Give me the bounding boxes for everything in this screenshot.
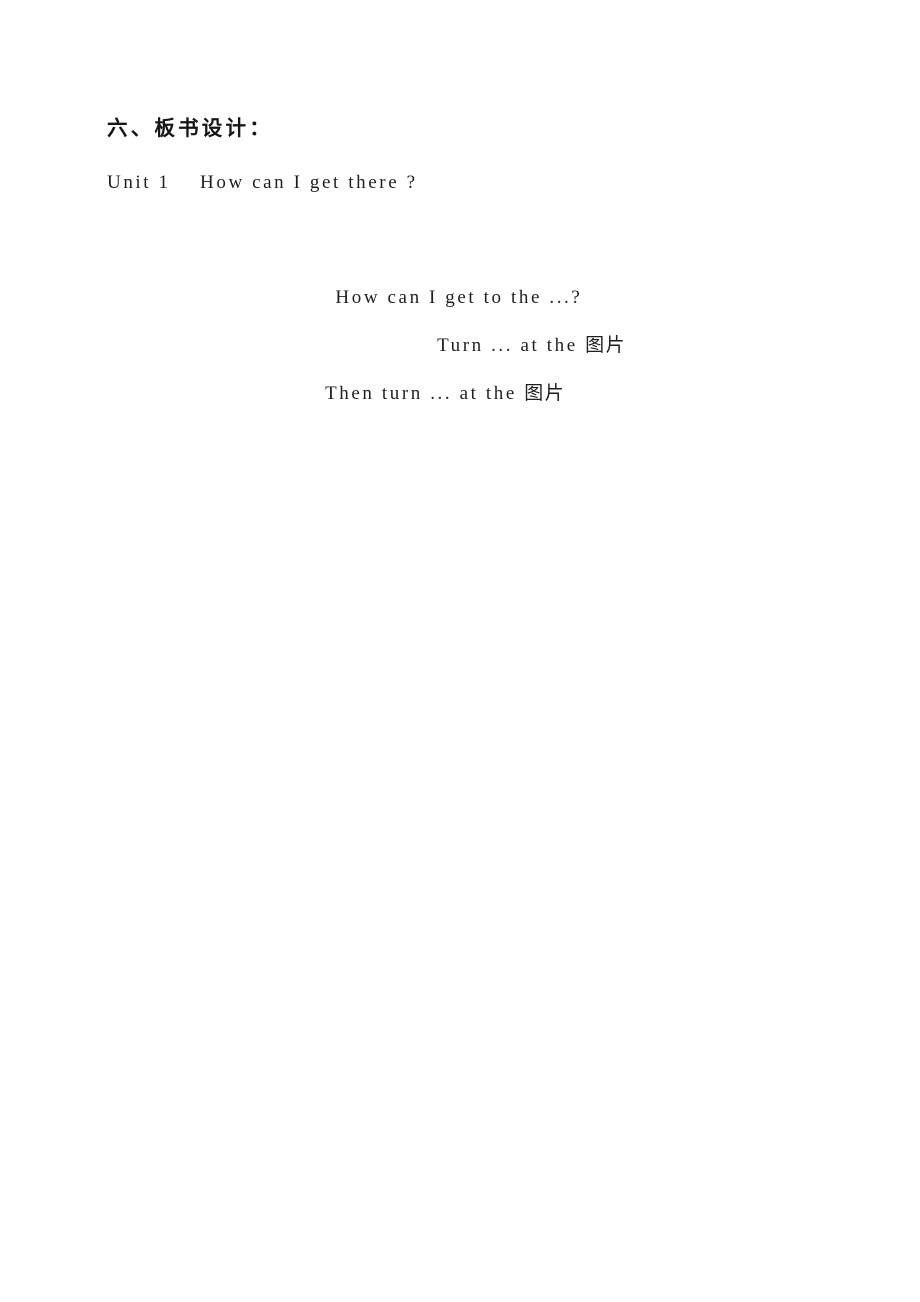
blackboard-line-3: Then turn ... at the 图片	[296, 365, 565, 422]
blackboard-line-2-latin: Turn ... at the	[437, 335, 586, 356]
blackboard-line-3-latin: Then turn ... at the	[325, 383, 525, 404]
section-heading: 六、板书设计：	[107, 116, 273, 140]
blackboard-line-2-cjk: 图片	[585, 334, 627, 356]
document-page: 六、板书设计： Unit 1 How can I get there ? How…	[0, 0, 920, 1302]
blackboard-line-1-latin: How can I get to the ...?	[335, 287, 583, 308]
blackboard-line-3-cjk: 图片	[524, 382, 566, 404]
unit-title-line: Unit 1 How can I get there ?	[107, 172, 418, 193]
